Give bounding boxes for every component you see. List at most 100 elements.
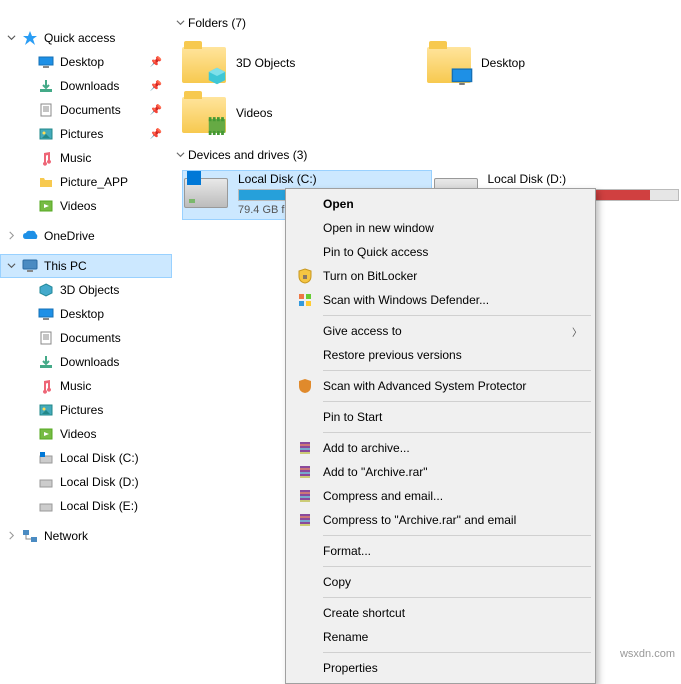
- sidebar-item[interactable]: Videos: [0, 194, 172, 218]
- sidebar-network[interactable]: Network: [0, 524, 172, 548]
- rar-icon: [297, 488, 313, 504]
- sidebar-item[interactable]: Local Disk (C:): [0, 446, 172, 470]
- menu-item-label: Copy: [323, 575, 351, 589]
- sidebar-item-label: Local Disk (C:): [60, 451, 139, 465]
- menu-item[interactable]: Pin to Start: [289, 405, 592, 429]
- sidebar-item[interactable]: Picture_APP: [0, 170, 172, 194]
- menu-item[interactable]: Properties: [289, 656, 592, 680]
- sidebar-item[interactable]: Documents: [0, 326, 172, 350]
- sidebar-item-label: Videos: [60, 199, 96, 213]
- menu-item[interactable]: Format...: [289, 539, 592, 563]
- sidebar-item[interactable]: 3D Objects: [0, 278, 172, 302]
- menu-separator: [323, 597, 591, 598]
- sidebar-item-label: Local Disk (E:): [60, 499, 138, 513]
- quick-access-icon: [22, 30, 38, 46]
- sidebar-item-label: Pictures: [60, 403, 103, 417]
- folder-item[interactable]: Videos: [182, 88, 427, 138]
- pin-icon: 📌: [150, 57, 162, 68]
- menu-item[interactable]: Copy: [289, 570, 592, 594]
- sidebar-item[interactable]: Local Disk (E:): [0, 494, 172, 518]
- onedrive-icon: [22, 228, 38, 244]
- folder-label: Videos: [236, 106, 272, 120]
- downloads-icon: [38, 354, 54, 370]
- content-pane: Folders (7) 3D Objects Desktop Videos: [172, 0, 681, 220]
- menu-item-label: Create shortcut: [323, 606, 405, 620]
- menu-item-label: Pin to Start: [323, 410, 382, 424]
- sidebar-item-label: Music: [60, 151, 91, 165]
- sidebar-item-label: Picture_APP: [60, 175, 128, 189]
- menu-item[interactable]: Add to "Archive.rar": [289, 460, 592, 484]
- folder-item[interactable]: 3D Objects: [182, 38, 427, 88]
- menu-separator: [323, 370, 591, 371]
- videos-icon: [38, 198, 54, 214]
- sidebar-item-label: 3D Objects: [60, 283, 119, 297]
- folder-icon: [182, 41, 226, 85]
- sidebar-item[interactable]: Desktop: [0, 302, 172, 326]
- rar-icon: [297, 464, 313, 480]
- sidebar-item[interactable]: Music: [0, 374, 172, 398]
- sidebar-item[interactable]: Downloads: [0, 350, 172, 374]
- menu-item[interactable]: Turn on BitLocker: [289, 264, 592, 288]
- sidebar-onedrive[interactable]: OneDrive: [0, 224, 172, 248]
- menu-item[interactable]: Add to archive...: [289, 436, 592, 460]
- pictures-icon: [38, 402, 54, 418]
- this-pc-icon: [22, 258, 38, 274]
- folder-icon: [182, 91, 226, 135]
- sidebar-item[interactable]: Videos: [0, 422, 172, 446]
- desktop-icon: [38, 306, 54, 322]
- menu-item[interactable]: Pin to Quick access: [289, 240, 592, 264]
- defender-icon: [297, 292, 313, 308]
- menu-item[interactable]: Create shortcut: [289, 601, 592, 625]
- menu-item[interactable]: Scan with Windows Defender...: [289, 288, 592, 312]
- music-icon: [38, 150, 54, 166]
- documents-icon: [38, 330, 54, 346]
- sidebar-item[interactable]: Pictures 📌: [0, 122, 172, 146]
- menu-item-label: Restore previous versions: [323, 348, 462, 362]
- group-header-drives[interactable]: Devices and drives (3): [172, 148, 681, 162]
- group-header-folders[interactable]: Folders (7): [172, 16, 681, 30]
- 3d-icon: [38, 282, 54, 298]
- sidebar-quick-access[interactable]: Quick access: [0, 26, 172, 50]
- menu-item[interactable]: Scan with Advanced System Protector: [289, 374, 592, 398]
- chevron-right-icon: 〉: [572, 324, 582, 339]
- menu-separator: [323, 535, 591, 536]
- downloads-icon: [38, 78, 54, 94]
- sidebar-item-label: Videos: [60, 427, 96, 441]
- music-icon: [38, 378, 54, 394]
- menu-item-label: Add to archive...: [323, 441, 410, 455]
- menu-item[interactable]: Compress and email...: [289, 484, 592, 508]
- sidebar-item[interactable]: Desktop 📌: [0, 50, 172, 74]
- menu-separator: [323, 315, 591, 316]
- menu-item[interactable]: Give access to 〉: [289, 319, 592, 343]
- sidebar-this-pc[interactable]: This PC: [0, 254, 172, 278]
- drive-label: Local Disk (D:): [488, 172, 680, 186]
- rar-icon: [297, 512, 313, 528]
- sidebar-item[interactable]: Pictures: [0, 398, 172, 422]
- sidebar-label: OneDrive: [44, 229, 95, 243]
- drive-c-icon: [38, 450, 54, 466]
- menu-item[interactable]: Open: [289, 192, 592, 216]
- attribution: wsxdn.com: [620, 648, 675, 660]
- menu-separator: [323, 652, 591, 653]
- folder-item[interactable]: Desktop: [427, 38, 672, 88]
- sidebar-item[interactable]: Downloads 📌: [0, 74, 172, 98]
- sidebar-item[interactable]: Local Disk (D:): [0, 470, 172, 494]
- sidebar-item-label: Music: [60, 379, 91, 393]
- menu-separator: [323, 566, 591, 567]
- sidebar-item[interactable]: Music: [0, 146, 172, 170]
- menu-item[interactable]: Rename: [289, 625, 592, 649]
- sidebar-item[interactable]: Documents 📌: [0, 98, 172, 122]
- videos-icon: [38, 426, 54, 442]
- chevron-right-icon: [6, 230, 16, 240]
- menu-item[interactable]: Open in new window: [289, 216, 592, 240]
- sidebar-item-label: Pictures: [60, 127, 103, 141]
- pin-icon: 📌: [150, 129, 162, 140]
- folder-icon: [38, 174, 54, 190]
- sidebar-label: Network: [44, 529, 88, 543]
- context-menu: Open Open in new window Pin to Quick acc…: [285, 188, 596, 684]
- sidebar-item-label: Desktop: [60, 307, 104, 321]
- menu-item-label: Scan with Advanced System Protector: [323, 379, 526, 393]
- menu-item[interactable]: Compress to "Archive.rar" and email: [289, 508, 592, 532]
- pin-icon: 📌: [150, 81, 162, 92]
- menu-item[interactable]: Restore previous versions: [289, 343, 592, 367]
